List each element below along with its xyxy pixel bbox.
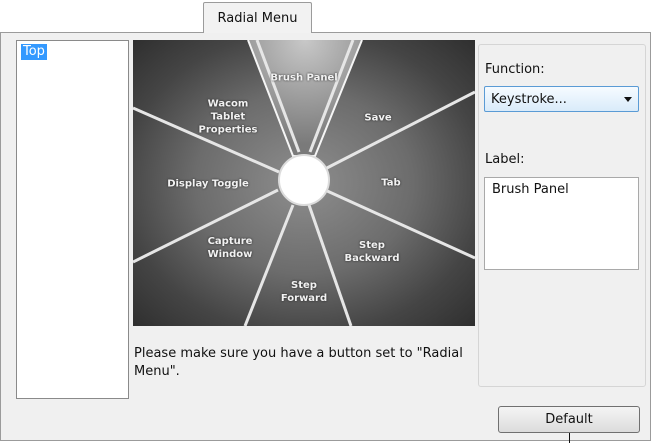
function-label: Function: [485, 62, 545, 77]
radial-menu-note: Please make sure you have a button set t… [134, 346, 463, 379]
slice-display-toggle[interactable]: Display Toggle [167, 178, 249, 191]
slice-tab[interactable]: Tab [381, 177, 400, 190]
menu-level-list[interactable]: Top [16, 40, 129, 399]
slice-step-forward[interactable]: Step Forward [281, 279, 327, 305]
label-field-value: Brush Panel [492, 182, 569, 197]
slice-brush-panel[interactable]: Brush Panel [270, 72, 337, 85]
tab-label: Radial Menu [217, 10, 298, 26]
tab-radial-menu[interactable]: Radial Menu [203, 2, 312, 33]
center-hub [278, 154, 330, 206]
radial-menu-preview[interactable]: Brush Panel Save Tab Step Backward Step … [133, 40, 475, 326]
label-field-label: Label: [485, 152, 525, 167]
callout-line [569, 433, 570, 443]
function-value: Keystroke... [491, 91, 567, 107]
chevron-down-icon [624, 97, 632, 102]
function-dropdown[interactable]: Keystroke... [484, 86, 639, 112]
default-button[interactable]: Default [498, 406, 640, 433]
list-item-top[interactable]: Top [21, 44, 47, 60]
slice-capture-window[interactable]: Capture Window [208, 235, 253, 261]
slice-step-backward[interactable]: Step Backward [344, 239, 399, 265]
slice-wacom-tablet-properties[interactable]: Wacom Tablet Properties [199, 98, 258, 137]
label-field[interactable]: Brush Panel [484, 177, 639, 270]
default-button-label: Default [545, 412, 593, 427]
slice-save[interactable]: Save [364, 112, 391, 125]
